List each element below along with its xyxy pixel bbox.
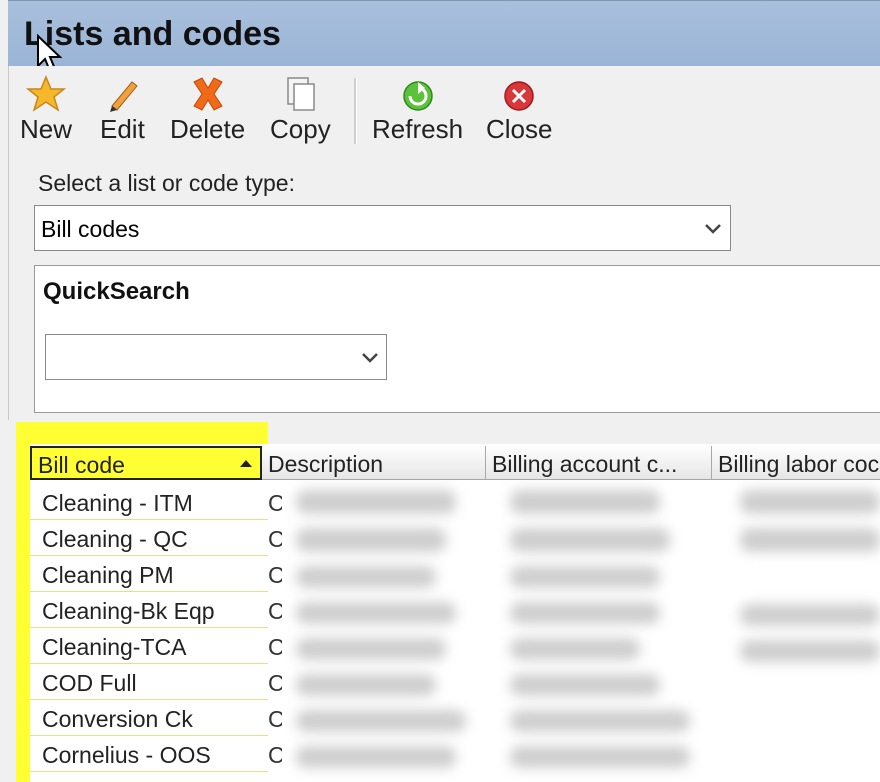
blurred-text (296, 602, 456, 624)
new-button[interactable]: New (20, 74, 72, 145)
bill-code-cell: COD Full (42, 670, 137, 696)
blurred-text (740, 490, 880, 514)
blurred-text (510, 674, 660, 696)
delete-x-icon (192, 77, 223, 111)
description-cell: C (268, 490, 282, 516)
blurred-text (510, 602, 660, 624)
blurred-text (510, 710, 690, 732)
delete-label: Delete (170, 114, 246, 144)
toolbar-separator (354, 78, 357, 144)
copy-label: Copy (270, 114, 331, 144)
blurred-text (740, 528, 880, 552)
toolbar: New Edit Delete Copy Refresh Close (8, 70, 880, 150)
blurred-text (296, 528, 446, 552)
bill-code-cell: Conversion Ck (42, 706, 193, 732)
column-header-label: Billing account c... (492, 451, 678, 477)
list-type-dropdown[interactable]: Bill codes (34, 205, 731, 251)
blurred-text (296, 490, 456, 514)
quicksearch-panel: QuickSearch (34, 265, 880, 413)
edit-button[interactable]: Edit (100, 74, 145, 145)
blurred-text (296, 674, 436, 696)
table-row[interactable]: Cleaning-TCA (30, 628, 268, 664)
description-cell: C (268, 562, 282, 588)
blurred-text (510, 746, 690, 768)
close-label: Close (486, 114, 553, 144)
bill-code-cell: Cleaning - ITM (42, 490, 193, 516)
column-header-billing-account[interactable]: Billing account c... (486, 446, 712, 480)
column-header-label: Billing labor coc (718, 451, 880, 477)
table-row[interactable]: Cornelius - OOS (30, 736, 268, 772)
quicksearch-title: QuickSearch (43, 278, 190, 305)
column-header-label: Bill code (38, 452, 125, 478)
bill-code-cell: Cleaning PM (42, 562, 174, 588)
column-header-billing-labor[interactable]: Billing labor coc (712, 446, 880, 480)
blurred-text (296, 710, 466, 732)
blurred-text (740, 604, 880, 626)
blurred-text (296, 746, 456, 768)
edit-label: Edit (100, 114, 145, 144)
blurred-text (510, 566, 660, 588)
new-label: New (20, 114, 73, 144)
description-cell: C (268, 526, 282, 552)
table-row[interactable]: Cleaning PM (30, 556, 268, 592)
table-row[interactable]: Cleaning-Bk Eqp (30, 592, 268, 628)
window-title-bar: Lists and codes (8, 0, 880, 67)
copy-icon (287, 77, 316, 111)
chevron-down-icon (362, 353, 378, 363)
table-row[interactable]: Conversion Ck (30, 700, 268, 736)
description-cell: C (268, 670, 282, 696)
star-icon (26, 75, 66, 112)
close-button[interactable]: Close (486, 74, 552, 145)
bill-code-cell: Cleaning-Bk Eqp (42, 598, 215, 624)
bill-code-cell: Cleaning - QC (42, 526, 188, 552)
chevron-down-icon (705, 224, 721, 234)
blurred-text (510, 528, 670, 552)
description-cell: C (268, 706, 282, 732)
blurred-text (296, 566, 436, 588)
column-header-bill-code[interactable]: Bill code (30, 446, 262, 480)
table-row[interactable]: COD Full (30, 664, 268, 700)
description-cell: C (268, 742, 282, 768)
blurred-content (282, 482, 880, 782)
refresh-icon (402, 81, 433, 111)
close-icon (504, 81, 534, 111)
column-header-label: Description (268, 451, 384, 477)
delete-button[interactable]: Delete (170, 74, 245, 145)
copy-button[interactable]: Copy (270, 74, 331, 145)
blurred-text (296, 638, 446, 660)
bill-code-cell: Cornelius - OOS (42, 742, 211, 768)
blurred-text (510, 490, 660, 514)
bill-code-cell: Cleaning-TCA (42, 634, 187, 660)
blurred-text (510, 638, 640, 660)
list-type-value: Bill codes (41, 216, 140, 242)
pencil-icon (110, 81, 139, 112)
refresh-label: Refresh (372, 114, 464, 144)
blurred-text (740, 640, 880, 662)
table-row[interactable]: Cleaning - QC (30, 520, 268, 556)
refresh-button[interactable]: Refresh (372, 74, 463, 145)
sort-ascending-icon (240, 460, 252, 467)
quicksearch-dropdown[interactable] (45, 334, 387, 380)
list-type-label: Select a list or code type: (38, 170, 295, 196)
description-cell: C (268, 598, 282, 624)
column-header-description[interactable]: Description (262, 446, 486, 480)
table-row[interactable]: Cleaning - ITM (30, 484, 268, 520)
description-cell: C (268, 634, 282, 660)
